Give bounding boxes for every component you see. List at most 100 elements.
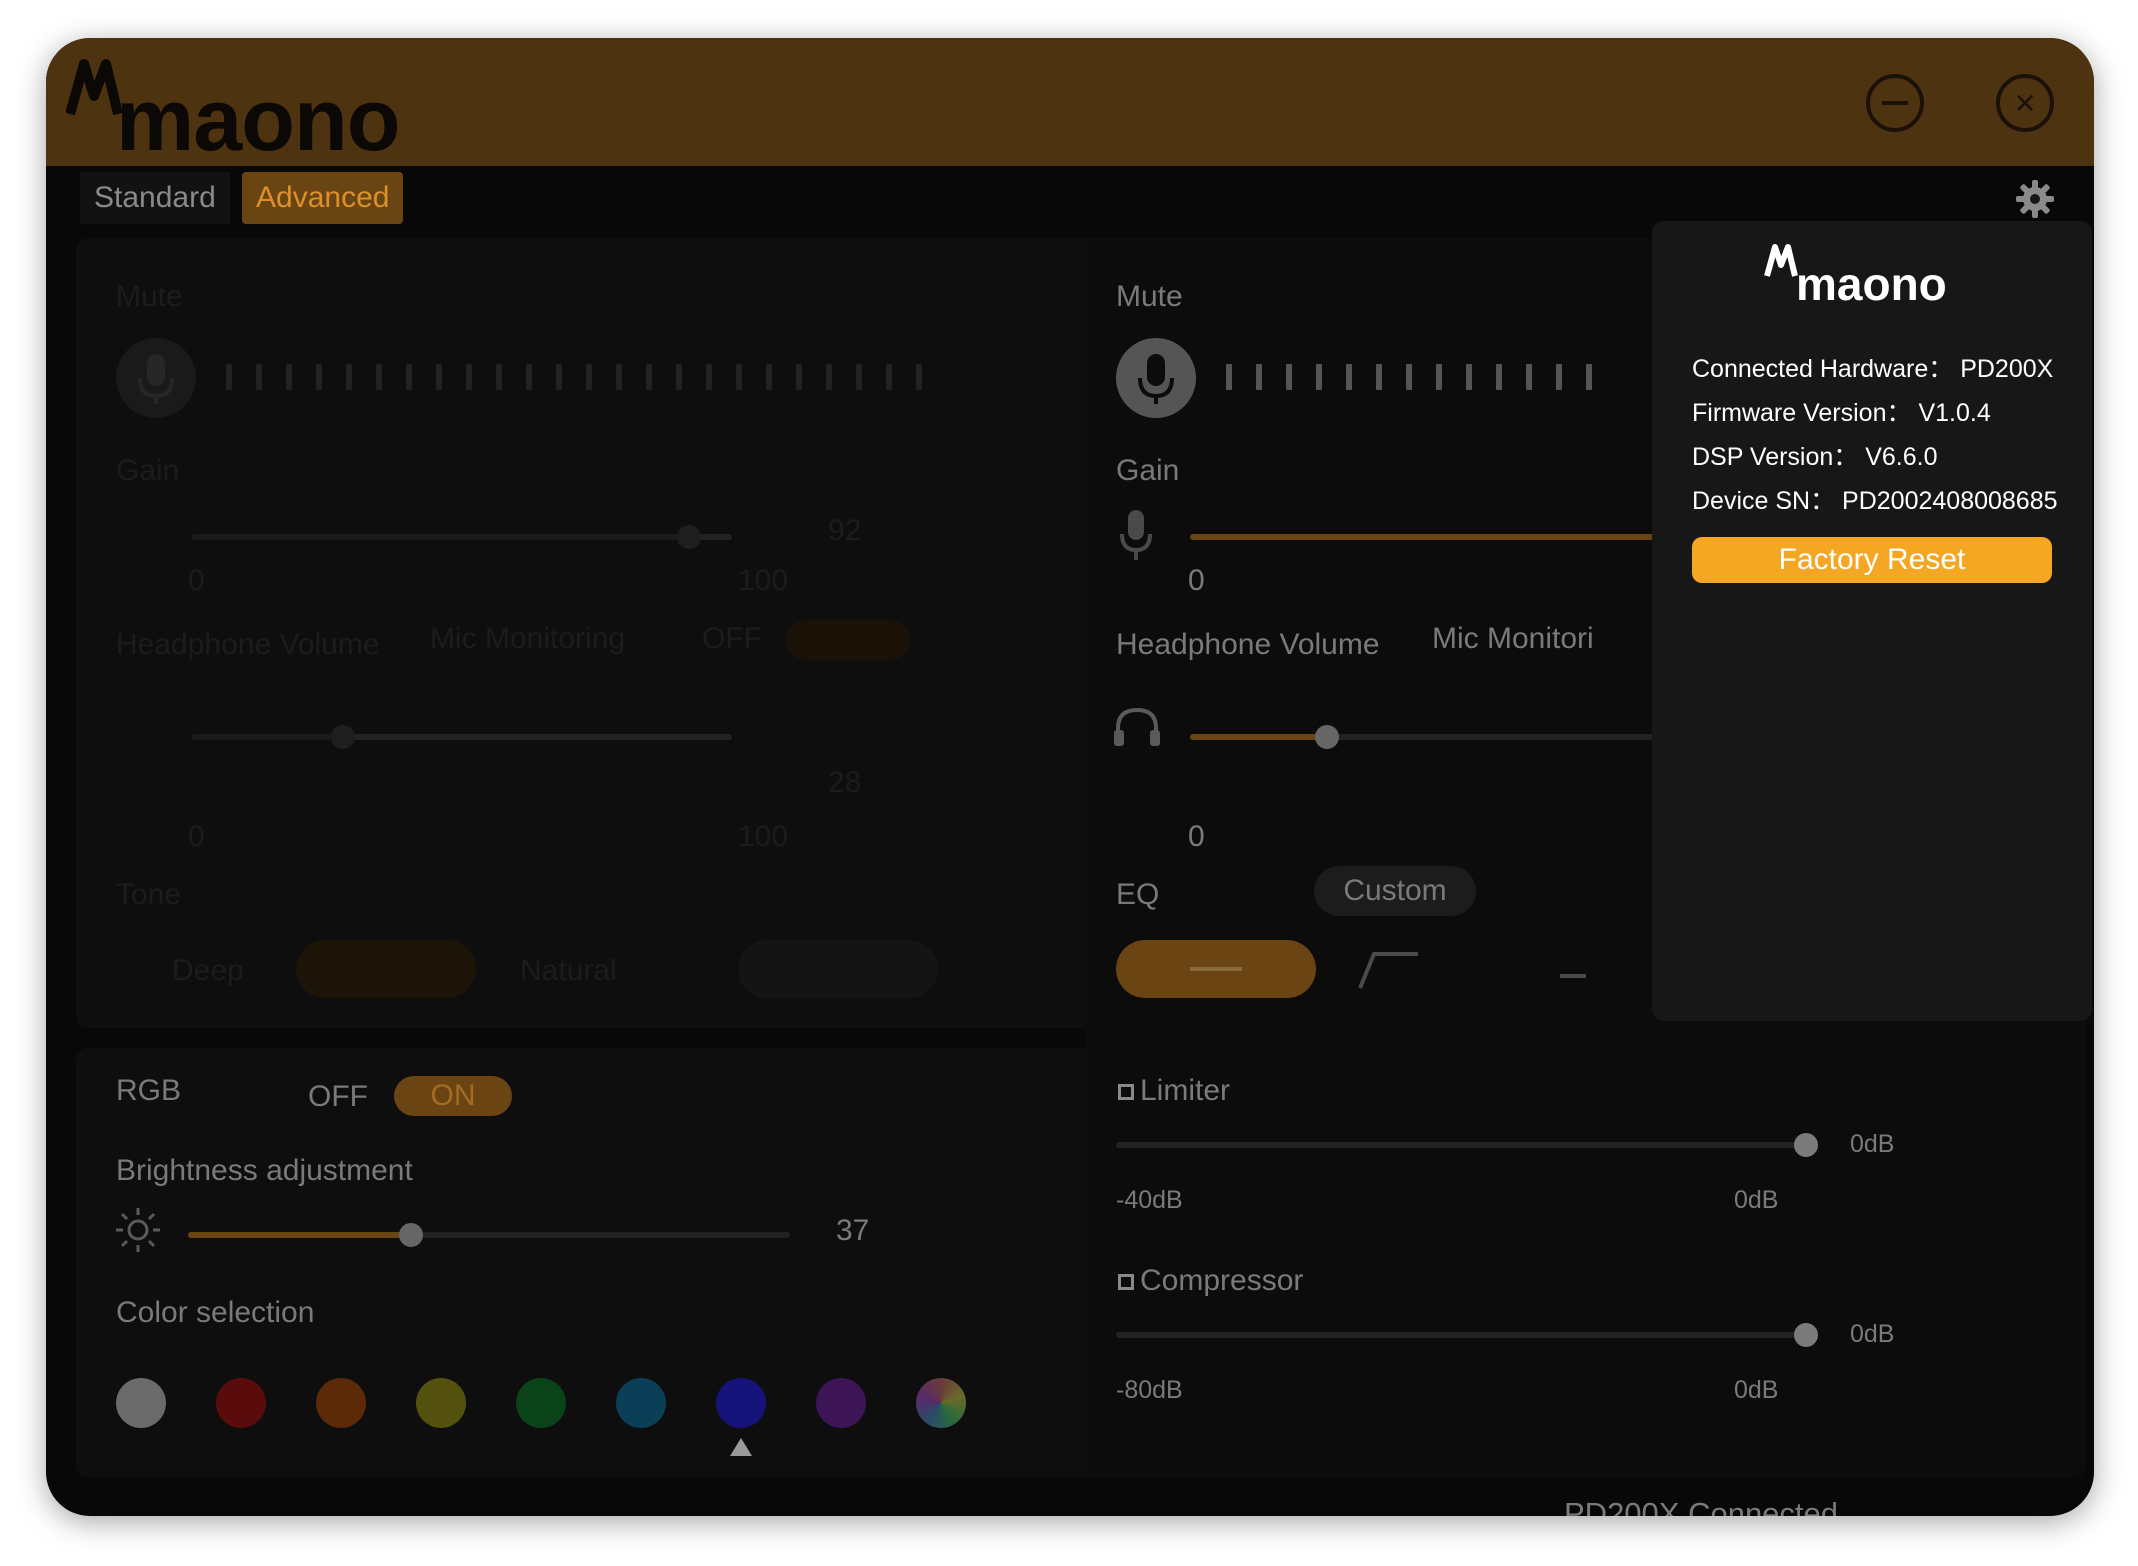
tone-label: Tone — [116, 878, 182, 911]
tab-advanced[interactable]: Advanced — [242, 172, 404, 224]
gain-label: Gain — [116, 454, 180, 487]
color-swatch[interactable] — [616, 1378, 666, 1428]
rgb-off-label[interactable]: OFF — [308, 1080, 368, 1114]
mute-label: Mute — [116, 280, 183, 313]
gain-mic-icon — [1120, 510, 1152, 560]
eq-highpass-icon[interactable] — [1356, 948, 1426, 992]
tab-standard[interactable]: Standard — [80, 172, 230, 224]
gain-slider-knob[interactable] — [676, 525, 701, 549]
tone-selector-pill[interactable] — [296, 940, 476, 998]
compressor-slider-knob[interactable] — [1794, 1323, 1818, 1347]
gain-value: 92 — [828, 514, 862, 547]
headphone-icon — [1114, 707, 1160, 746]
color-swatch[interactable] — [816, 1378, 866, 1428]
rgb-panel: RGB OFF ON Brightness adjustment 37 Colo… — [76, 1048, 1116, 1478]
color-selection-label: Color selection — [116, 1296, 315, 1329]
headphone-slider-knob[interactable] — [331, 725, 356, 749]
mute-button[interactable] — [116, 338, 196, 418]
color-swatch[interactable] — [416, 1378, 466, 1428]
firmware-version-text: Firmware Version： V1.0.4 — [1692, 399, 1991, 427]
compressor-slider[interactable] — [1116, 1323, 1818, 1347]
microphone-icon — [138, 354, 174, 404]
color-swatch[interactable] — [216, 1378, 266, 1428]
limiter-slider[interactable] — [1116, 1133, 1818, 1157]
left-audio-panel: Mute Gain 92 0 100 Headphone Volume Mic … — [76, 238, 1116, 1028]
factory-reset-button[interactable]: Factory Reset — [1692, 537, 2052, 583]
right-headphone-slider-knob[interactable] — [1315, 725, 1340, 749]
color-swatch[interactable] — [116, 1378, 166, 1428]
popup-brand-text: maono — [1796, 258, 1947, 310]
tone-option-natural[interactable]: Natural — [520, 954, 617, 988]
right-headphone-label: Headphone Volume — [1116, 628, 1380, 661]
mic-monitoring-off-label: OFF — [702, 622, 762, 655]
right-mute-button[interactable] — [1116, 338, 1196, 418]
eq-lowshelf-icon[interactable] — [1558, 958, 1588, 988]
rgb-label: RGB — [116, 1074, 182, 1107]
right-gain-min-label: 0 — [1188, 564, 1205, 597]
app-window: maono × Standard Advanced Mute Gain 92 0… — [46, 38, 2094, 1516]
microphone-icon — [1138, 354, 1174, 404]
eq-flat-button[interactable] — [1116, 940, 1316, 998]
brand-logo-text: maono — [116, 70, 400, 169]
dsp-version-text: DSP Version： V6.6.0 — [1692, 443, 1938, 471]
limiter-min-label: -40dB — [1116, 1186, 1183, 1214]
headphone-slider-fill — [192, 734, 344, 740]
compressor-min-label: -80dB — [1116, 1376, 1183, 1404]
headphone-slider[interactable] — [192, 725, 732, 749]
brightness-slider-fill — [188, 1232, 411, 1238]
gain-slider-fill — [192, 534, 689, 540]
brightness-value: 37 — [836, 1214, 870, 1247]
right-mic-monitoring-label: Mic Monitori — [1432, 622, 1594, 655]
right-mute-label: Mute — [1116, 280, 1183, 313]
gain-min-label: 0 — [188, 564, 205, 597]
popup-maono-logo-icon — [1764, 244, 1798, 277]
close-button[interactable]: × — [1996, 74, 2054, 132]
gear-icon[interactable] — [2014, 178, 2056, 220]
close-icon: × — [2014, 82, 2036, 123]
color-swatch[interactable] — [316, 1378, 366, 1428]
brightness-sun-icon — [116, 1208, 160, 1252]
brightness-label: Brightness adjustment — [116, 1154, 413, 1187]
eq-flat-icon — [1190, 967, 1242, 971]
headphone-min-label: 0 — [188, 820, 205, 853]
gain-slider[interactable] — [192, 525, 732, 549]
compressor-checkbox[interactable] — [1118, 1274, 1134, 1290]
headphone-value: 28 — [828, 766, 862, 799]
device-sn-text: Device SN： PD2002408008685 — [1692, 487, 2058, 515]
level-meter — [226, 364, 922, 390]
right-gain-slider[interactable] — [1190, 534, 1690, 540]
gain-max-label: 100 — [738, 564, 789, 597]
color-swatch[interactable] — [516, 1378, 566, 1428]
mic-monitoring-label: Mic Monitoring — [430, 622, 626, 655]
limiter-label: Limiter — [1140, 1074, 1231, 1107]
connected-hardware-text: Connected Hardware： PD200X — [1692, 355, 2054, 383]
limiter-value: 0dB — [1850, 1130, 1895, 1158]
tone-natural-pill[interactable] — [738, 940, 938, 998]
headphone-volume-label: Headphone Volume — [116, 628, 380, 661]
right-headphone-slider-fill — [1190, 734, 1328, 740]
color-swatch[interactable] — [916, 1378, 966, 1428]
headphone-max-label: 100 — [738, 820, 789, 853]
color-swatch[interactable] — [716, 1378, 766, 1428]
right-headphone-min-label: 0 — [1188, 820, 1205, 853]
connection-status: PD200X Connected — [1564, 1496, 1839, 1516]
limiter-max-label: 0dB — [1734, 1186, 1779, 1214]
compressor-max-label: 0dB — [1734, 1376, 1779, 1404]
minimize-button[interactable] — [1866, 74, 1924, 132]
limiter-checkbox[interactable] — [1118, 1084, 1134, 1100]
mic-monitoring-toggle[interactable] — [786, 620, 910, 660]
right-level-meter — [1226, 364, 1592, 390]
tone-option-deep[interactable]: Deep — [172, 954, 244, 988]
compressor-label: Compressor — [1140, 1264, 1304, 1297]
limiter-slider-knob[interactable] — [1794, 1133, 1818, 1157]
eq-label: EQ — [1116, 878, 1160, 911]
title-bar: maono × — [46, 38, 2094, 166]
maono-logo-icon — [66, 59, 122, 116]
brightness-slider-knob[interactable] — [398, 1223, 423, 1247]
rgb-on-button[interactable]: ON — [394, 1076, 512, 1116]
right-gain-label: Gain — [1116, 454, 1180, 487]
right-headphone-slider[interactable] — [1190, 725, 1680, 749]
eq-mode-button[interactable]: Custom — [1314, 866, 1476, 916]
selected-color-marker-icon — [730, 1438, 752, 1456]
brightness-slider[interactable] — [188, 1223, 790, 1247]
